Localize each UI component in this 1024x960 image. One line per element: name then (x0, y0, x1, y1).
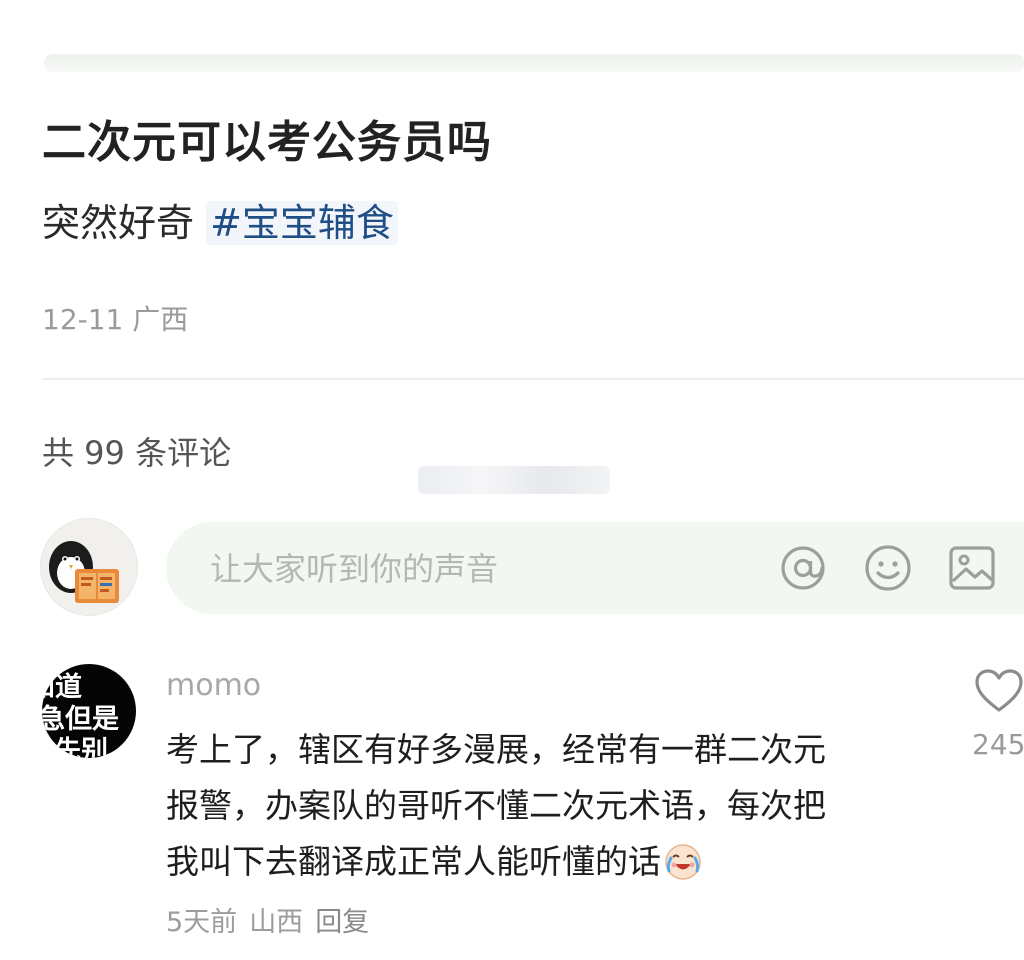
comment-line: 报警，办案队的哥听不懂二次元术语，每次把 (166, 786, 826, 825)
emoji-icon[interactable] (863, 543, 913, 593)
like-count: 245 (972, 728, 1024, 761)
comment-count: 共 99 条评论 (42, 434, 232, 472)
post-meta: 12-11 广西 (42, 298, 188, 338)
comment-line: 考上了，辖区有好多漫展，经常有一群二次元 (166, 730, 826, 769)
post-detail-page: 二次元可以考公务员吗 突然好奇 #宝宝辅食 12-11 广西 共 99 条评论 (0, 0, 1024, 960)
hashtag-link[interactable]: #宝宝辅食 (206, 201, 398, 245)
comment-input[interactable] (208, 522, 772, 616)
comment-location: 山西 (249, 907, 304, 938)
post-date: 12-11 (42, 303, 124, 336)
post-title: 二次元可以考公务员吗 (42, 117, 492, 168)
laughing-crying-face-icon (665, 844, 701, 880)
reply-button[interactable]: 回复 (315, 907, 369, 938)
penguin-reading-avatar-icon (41, 519, 137, 615)
top-image-edge (44, 54, 1024, 72)
commenter-username[interactable]: momo (166, 668, 261, 703)
commenter-avatar[interactable]: 知道 急但是 先别 (42, 664, 136, 758)
comment-line-text: 我叫下去翻译成正常人能听懂的话 (166, 842, 661, 881)
at-icon[interactable] (778, 543, 828, 593)
avatar-text-line-1: 知道 (42, 672, 82, 703)
comment-line: 我叫下去翻译成正常人能听懂的话 (166, 834, 906, 890)
image-icon[interactable] (947, 543, 997, 593)
avatar-text-line-2: 急但是 (42, 704, 119, 735)
comment-composer (166, 522, 1024, 616)
comment-meta: 5天前 山西 回复 (166, 900, 381, 939)
comment-text: 考上了，辖区有好多漫展，经常有一群二次元 报警，办案队的哥听不懂二次元术语，每次… (166, 722, 906, 890)
avatar-text-line-3: 先别 (54, 736, 108, 758)
post-location: 广西 (132, 303, 189, 336)
blurred-region (418, 466, 610, 494)
post-body-text: 突然好奇 (42, 201, 207, 245)
divider (42, 378, 1024, 380)
my-avatar[interactable] (40, 518, 138, 616)
post-body: 突然好奇 #宝宝辅食 (42, 192, 398, 247)
heart-icon[interactable] (974, 668, 1024, 714)
comment-time: 5天前 (166, 907, 238, 938)
